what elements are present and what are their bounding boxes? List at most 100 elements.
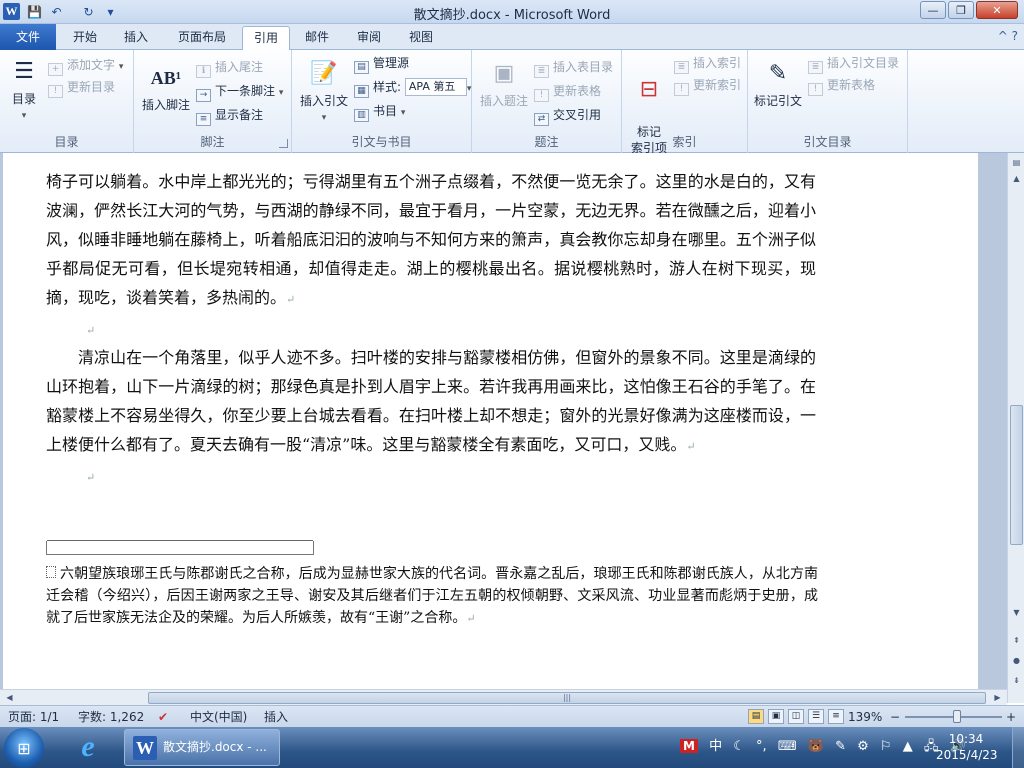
document-body[interactable]: 椅子可以躺着。水中岸上都光光的；亏得湖里有五个洲子点缀着，不然便一览无余了。这里… — [46, 167, 816, 490]
clock-date: 2015/4/23 — [936, 748, 998, 762]
insert-footnote-button[interactable]: AB¹ 插入脚注 — [140, 62, 192, 113]
tab-file[interactable]: 文件 — [0, 24, 56, 50]
title-bar: W 💾 ↶ ↻ ▾ 散文摘抄.docx - Microsoft Word — ❐… — [0, 0, 1024, 24]
vertical-scrollbar[interactable]: ▤ ▲ ▼ ⇞ ● ⇟ — [1007, 153, 1024, 703]
start-button[interactable]: ⊞ — [4, 728, 44, 768]
group-label-captions: 题注 — [534, 135, 559, 149]
ime-mode-indicator[interactable]: 中 — [709, 735, 722, 754]
zoom-in-icon[interactable]: + — [1006, 709, 1016, 725]
minimize-button[interactable]: — — [920, 1, 946, 19]
update-toc-button[interactable]: ! 更新目录 — [48, 78, 115, 98]
tab-home[interactable]: 开始 — [60, 26, 110, 50]
tab-mailings[interactable]: 邮件 — [294, 26, 340, 50]
scroll-down-icon[interactable]: ▼ — [1009, 605, 1024, 620]
update-toa-button[interactable]: ! 更新表格 — [808, 76, 875, 96]
zoom-out-icon[interactable]: − — [890, 709, 900, 725]
insert-caption-button[interactable]: ▣ 插入题注 — [478, 58, 530, 109]
zoom-slider-thumb[interactable] — [953, 710, 961, 723]
cross-reference-button[interactable]: ⇄ 交叉引用 — [534, 106, 601, 126]
empty-paragraph[interactable]: ↵ — [46, 314, 816, 343]
insert-toa-button[interactable]: ≣ 插入引文目录 — [808, 54, 899, 74]
paragraph-mark: ↵ — [86, 471, 96, 484]
endnote-icon: ℹ — [196, 65, 211, 78]
soft-keyboard-icon[interactable]: ⌨ — [778, 739, 797, 754]
group-index: ⊟ 标记 索引项 ≣ 插入索引 ! 更新索引 索引 — [622, 50, 748, 155]
taskbar-clock[interactable]: 10:34 2015/4/23 — [936, 731, 998, 763]
ribbon-tabs: 文件 开始 插入 页面布局 引用 邮件 审阅 视图 ^ ? — [0, 24, 1024, 50]
horizontal-scroll-thumb[interactable]: ||| — [148, 692, 986, 704]
document-area: 椅子可以躺着。水中岸上都光光的；亏得湖里有五个洲子点缀着，不然便一览无余了。这里… — [0, 153, 1007, 689]
insert-table-of-figures-button[interactable]: ≣ 插入表目录 — [534, 58, 613, 78]
close-button[interactable]: ✕ — [976, 1, 1018, 19]
page-count[interactable]: 页面: 1/1 — [8, 709, 59, 725]
manage-sources-button[interactable]: ▤ 管理源 — [354, 54, 409, 74]
next-page-icon[interactable]: ⇟ — [1009, 673, 1024, 688]
browse-object-icon[interactable]: ● — [1009, 653, 1024, 668]
mark-citation-button[interactable]: ✎ 标记引文 — [752, 58, 804, 109]
help-icon[interactable]: ^ ? — [998, 29, 1018, 43]
toc-icon: ☰ — [14, 59, 34, 84]
add-text-button[interactable]: + 添加文字 ▾ — [48, 56, 123, 76]
group-label-index: 索引 — [672, 135, 697, 149]
taskbar-word-window[interactable]: W 散文摘抄.docx - ... — [124, 729, 280, 766]
table-of-figures-icon: ≣ — [534, 65, 549, 78]
outline-view-icon[interactable]: ☰ — [808, 709, 824, 724]
internet-explorer-icon[interactable]: e — [70, 731, 106, 765]
vertical-scroll-thumb[interactable] — [1010, 405, 1023, 545]
show-desktop-button[interactable] — [1012, 727, 1024, 768]
footnote-reference-mark — [46, 566, 56, 578]
group-label-toa: 引文目录 — [803, 135, 852, 149]
tab-page-layout[interactable]: 页面布局 — [166, 26, 238, 50]
empty-paragraph[interactable]: ↵ — [46, 461, 816, 490]
tab-insert[interactable]: 插入 — [112, 26, 160, 50]
update-table-button[interactable]: ! 更新表格 — [534, 82, 601, 102]
draft-view-icon[interactable]: ≡ — [828, 709, 844, 724]
bibliography-button[interactable]: ▥ 书目 ▾ — [354, 102, 405, 122]
ime-skin-icon[interactable]: 🐻 — [808, 739, 824, 754]
scroll-right-icon[interactable]: ▶ — [990, 690, 1005, 705]
toc-button[interactable]: ☰ 目录 ▾ — [6, 56, 42, 121]
insert-citation-button[interactable]: 📝 插入引文 ▾ — [296, 58, 352, 123]
manage-sources-icon: ▤ — [354, 61, 369, 74]
previous-page-icon[interactable]: ⇞ — [1009, 633, 1024, 648]
insert-index-button[interactable]: ≣ 插入索引 — [674, 54, 741, 74]
half-width-icon[interactable]: ☾ — [733, 739, 745, 754]
update-icon: ! — [48, 85, 63, 98]
full-screen-view-icon[interactable]: ▣ — [768, 709, 784, 724]
citation-style-control[interactable]: ▦ 样式: APA 第五 ▾ — [354, 78, 471, 98]
footnotes-launcher-icon[interactable] — [279, 139, 288, 148]
show-hidden-icons-icon[interactable]: ▲ — [903, 739, 913, 754]
document-page[interactable]: 椅子可以躺着。水中岸上都光光的；亏得湖里有五个洲子点缀着，不然便一览无余了。这里… — [3, 153, 978, 689]
insert-endnote-button[interactable]: ℹ 插入尾注 — [196, 58, 263, 78]
citation-style-select[interactable]: APA 第五 — [404, 78, 467, 96]
update-index-button[interactable]: ! 更新索引 — [674, 76, 741, 96]
tab-view[interactable]: 视图 — [398, 26, 444, 50]
punctuation-icon[interactable]: °, — [756, 739, 767, 754]
print-layout-view-icon[interactable]: ▤ — [748, 709, 764, 724]
ime-icon[interactable]: M — [680, 739, 698, 753]
action-center-icon[interactable]: ⚐ — [880, 739, 892, 754]
next-footnote-button[interactable]: → 下一条脚注 ▾ — [196, 82, 283, 102]
ime-settings-icon[interactable]: ⚙ — [857, 739, 869, 754]
ruler-toggle-icon[interactable]: ▤ — [1009, 155, 1024, 170]
show-notes-button[interactable]: ≡ 显示备注 — [196, 106, 263, 126]
web-layout-view-icon[interactable]: ◫ — [788, 709, 804, 724]
tab-references[interactable]: 引用 — [242, 26, 290, 50]
paragraph-1[interactable]: 椅子可以躺着。水中岸上都光光的；亏得湖里有五个洲子点缀着，不然便一览无余了。这里… — [46, 167, 816, 314]
tab-review[interactable]: 审阅 — [346, 26, 392, 50]
language-indicator[interactable]: 中文(中国) — [190, 709, 247, 725]
footnote[interactable]: 六朝望族琅琊王氏与陈郡谢氏之合称，后成为显赫世家大族的代名词。晋永嘉之乱后，琅琊… — [46, 563, 818, 630]
group-citations: 📝 插入引文 ▾ ▤ 管理源 ▦ 样式: APA 第五 ▾ ▥ 书目 ▾ 引文与书目 — [292, 50, 472, 153]
paragraph-2[interactable]: 清凉山在一个角落里，似乎人迹不多。扫叶楼的安排与豁蒙楼相仿佛，但窗外的景象不同。… — [46, 343, 816, 461]
restore-button[interactable]: ❐ — [948, 1, 974, 19]
horizontal-scrollbar[interactable]: ◀ ||| ▶ — [0, 689, 1007, 705]
word-count[interactable]: 字数: 1,262 — [78, 709, 144, 725]
insert-mode-indicator[interactable]: 插入 — [264, 709, 288, 725]
scroll-up-icon[interactable]: ▲ — [1009, 171, 1024, 186]
status-bar: 页面: 1/1 字数: 1,262 ✔ 中文(中国) 插入 ▤ ▣ ◫ ☰ ≡ … — [0, 705, 1024, 727]
scroll-left-icon[interactable]: ◀ — [2, 690, 17, 705]
mark-entry-icon: ⊟ — [639, 77, 659, 102]
zoom-level[interactable]: 139% — [848, 709, 882, 725]
proofing-icon[interactable]: ✔ — [158, 709, 168, 725]
handwriting-icon[interactable]: ✎ — [835, 739, 846, 754]
